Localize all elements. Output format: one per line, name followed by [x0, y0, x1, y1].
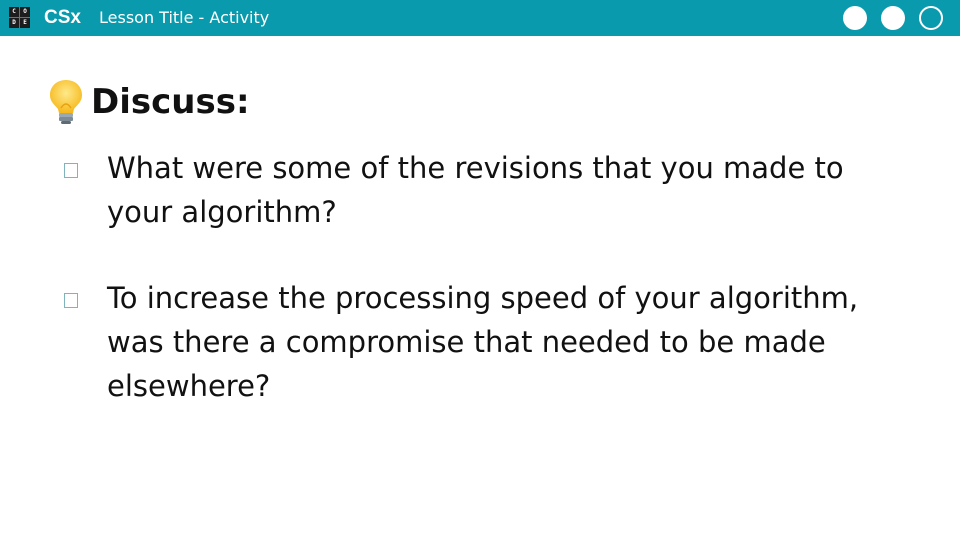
logo-letter: C — [9, 7, 19, 17]
brand-name: CSx — [44, 7, 81, 28]
progress-dot-filled — [881, 6, 905, 30]
list-item: To increase the processing speed of your… — [60, 276, 920, 408]
slide-heading: Discuss: — [47, 78, 250, 126]
top-bar: C O D E CSx Lesson Title - Activity — [0, 0, 960, 36]
progress-dot-outline — [919, 6, 943, 30]
list-item: What were some of the revisions that you… — [60, 146, 920, 234]
question-text: What were some of the revisions that you… — [107, 151, 844, 229]
checkbox-bullet — [64, 293, 78, 308]
heading-text: Discuss: — [91, 82, 250, 122]
progress-dots — [843, 6, 943, 30]
logo-letter: O — [20, 7, 30, 17]
lightbulb-icon — [50, 80, 82, 124]
progress-dot-filled — [843, 6, 867, 30]
logo-letter: E — [20, 18, 30, 28]
slide: C O D E CSx Lesson Title - Activity Disc… — [0, 0, 960, 540]
question-list: What were some of the revisions that you… — [60, 146, 920, 450]
logo-letter: D — [9, 18, 19, 28]
lesson-title: Lesson Title - Activity — [99, 8, 270, 27]
checkbox-bullet — [64, 163, 78, 178]
question-text: To increase the processing speed of your… — [107, 281, 859, 403]
code-logo: C O D E — [9, 7, 30, 28]
